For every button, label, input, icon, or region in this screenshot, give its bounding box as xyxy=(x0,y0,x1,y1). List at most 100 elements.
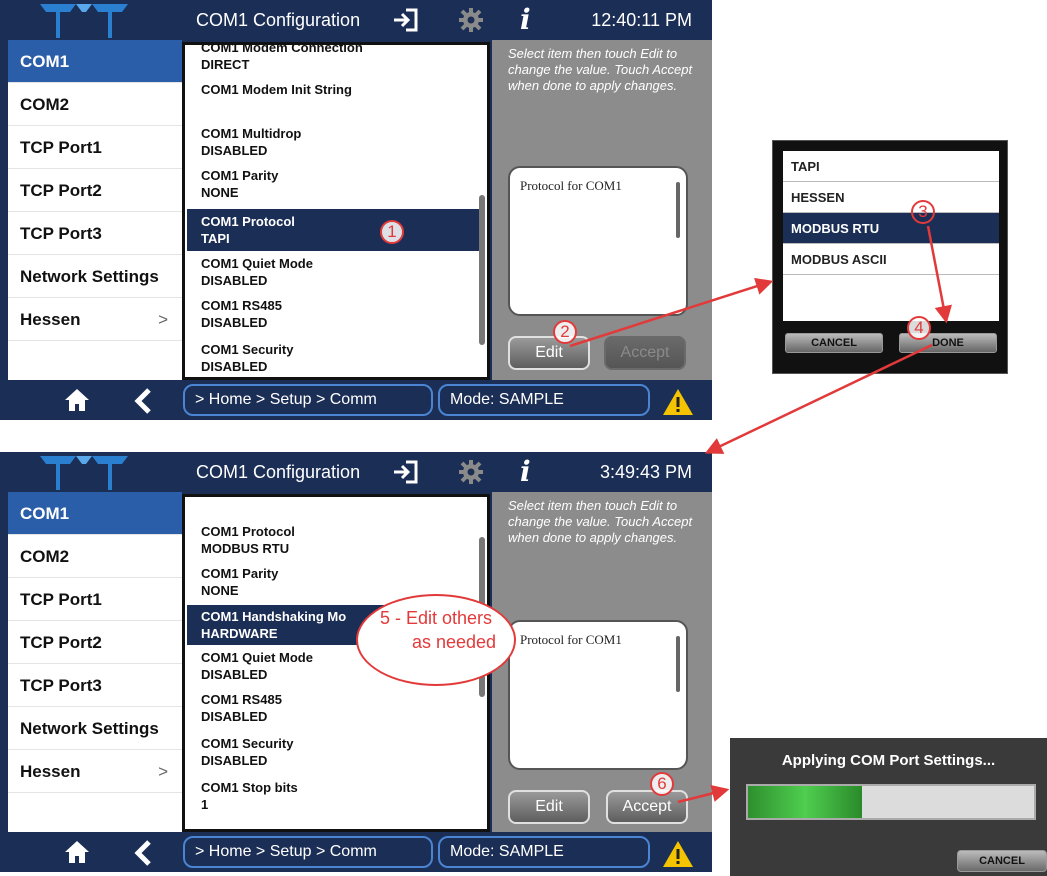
step-6-callout: 6 xyxy=(650,772,674,796)
page-title: COM1 Configuration xyxy=(196,462,361,482)
progress-bar xyxy=(746,784,1036,820)
teledyne-logo-icon xyxy=(40,456,128,490)
sidebar-item-com2[interactable]: COM2 xyxy=(8,535,182,578)
exit-icon[interactable] xyxy=(392,460,418,484)
list-item[interactable]: COM1 Stop bits 1 xyxy=(187,779,479,813)
gear-icon[interactable] xyxy=(458,7,484,33)
sidebar-item-com1[interactable]: COM1 xyxy=(8,40,182,83)
item-value: DISABLED xyxy=(201,315,268,330)
list-item[interactable]: COM1 RS485 DISABLED xyxy=(187,297,479,331)
chevron-right-icon: > xyxy=(158,762,168,781)
list-item[interactable]: COM1 Security DISABLED xyxy=(187,735,479,769)
item-value: MODBUS RTU xyxy=(201,541,290,556)
sidebar-item-com1[interactable]: COM1 xyxy=(8,492,182,535)
list-item[interactable]: COM1 Modem Connection DIRECT xyxy=(187,42,479,73)
sidebar-item-tcp-port1[interactable]: TCP Port1 xyxy=(8,578,182,621)
sidebar-item-tcp-port2[interactable]: TCP Port2 xyxy=(8,169,182,212)
item-name: COM1 Parity xyxy=(201,168,279,183)
top-bar: COM1 Configuration i 3:49:43 PM xyxy=(0,452,712,492)
popup-cancel-button[interactable]: CANCEL xyxy=(785,333,883,353)
description-scrollbar xyxy=(676,182,680,238)
option-hessen[interactable]: HESSEN xyxy=(783,182,999,213)
instruction-text: Select item then touch Edit to change th… xyxy=(508,46,693,93)
item-name: COM1 Modem Connection xyxy=(201,42,363,55)
option-modbus-rtu[interactable]: MODBUS RTU xyxy=(783,213,999,244)
list-scrollbar[interactable] xyxy=(479,195,485,345)
description-box: Protocol for COM1 xyxy=(508,166,688,316)
list-item[interactable]: COM1 Parity NONE xyxy=(187,167,479,201)
sidebar-item-network-settings[interactable]: Network Settings xyxy=(8,255,182,298)
sidebar-item-tcp-port1[interactable]: TCP Port1 xyxy=(8,126,182,169)
list-item-selected[interactable]: COM1 Protocol TAPI xyxy=(187,209,479,251)
item-name: COM1 Modem Init String xyxy=(201,82,352,97)
sidebar: COM1 COM2 TCP Port1 TCP Port2 TCP Port3 … xyxy=(8,40,182,380)
item-value: DISABLED xyxy=(201,753,268,768)
sidebar-item-network-settings[interactable]: Network Settings xyxy=(8,707,182,750)
sidebar: COM1 COM2 TCP Port1 TCP Port2 TCP Port3 … xyxy=(8,492,182,832)
com1-config-screen-after: COM1 Configuration i 3:49:43 PM COM1 COM… xyxy=(0,452,712,872)
item-name: COM1 Multidrop xyxy=(201,126,302,141)
warning-icon[interactable] xyxy=(662,388,694,416)
item-name: COM1 RS485 xyxy=(201,692,282,707)
dialog-cancel-button[interactable]: CANCEL xyxy=(957,850,1047,872)
sidebar-item-label: Hessen xyxy=(20,310,81,329)
accept-button[interactable]: Accept xyxy=(604,336,686,370)
list-item[interactable]: COM1 Multidrop DISABLED xyxy=(187,125,479,159)
protocol-options-list: TAPI HESSEN MODBUS RTU MODBUS ASCII xyxy=(783,151,999,321)
list-item[interactable]: COM1 Quiet Mode DISABLED xyxy=(187,255,479,289)
com1-config-screen-before: COM1 Configuration i 12:40:11 PM COM1 CO… xyxy=(0,0,712,420)
item-name: COM1 RS485 xyxy=(201,298,282,313)
list-item[interactable]: COM1 RS485 DISABLED xyxy=(187,691,479,725)
sidebar-item-tcp-port3[interactable]: TCP Port3 xyxy=(8,664,182,707)
bottom-bar: > Home > Setup > Comm Mode: SAMPLE xyxy=(0,380,712,420)
item-name: COM1 Security xyxy=(201,342,294,357)
instruction-text: Select item then touch Edit to change th… xyxy=(508,498,693,545)
top-bar: COM1 Configuration i 12:40:11 PM xyxy=(0,0,712,40)
option-modbus-ascii[interactable]: MODBUS ASCII xyxy=(783,244,999,275)
back-icon[interactable] xyxy=(134,388,152,414)
accept-button[interactable]: Accept xyxy=(606,790,688,824)
back-icon[interactable] xyxy=(134,840,152,866)
note-line-1: 5 - Edit others xyxy=(379,608,493,628)
description-scrollbar xyxy=(676,636,680,692)
warning-icon[interactable] xyxy=(662,840,694,868)
item-value: 1 xyxy=(201,797,209,812)
list-item[interactable]: COM1 Protocol MODBUS RTU xyxy=(187,523,479,557)
sidebar-item-com2[interactable]: COM2 xyxy=(8,83,182,126)
breadcrumb: > Home > Setup > Comm xyxy=(183,384,433,416)
item-value: DIRECT xyxy=(201,57,250,72)
item-value: DISABLED xyxy=(201,273,268,288)
home-icon[interactable] xyxy=(64,840,90,864)
right-panel: Select item then touch Edit to change th… xyxy=(492,492,712,832)
dialog-title: Applying COM Port Settings... xyxy=(781,752,996,769)
item-value: DISABLED xyxy=(201,143,268,158)
sidebar-item-hessen[interactable]: Hessen > xyxy=(8,298,182,341)
edit-button[interactable]: Edit xyxy=(508,790,590,824)
list-item[interactable]: COM1 Security DISABLED xyxy=(187,341,479,375)
item-name: COM1 Protocol xyxy=(201,524,295,539)
sidebar-item-hessen[interactable]: Hessen > xyxy=(8,750,182,793)
item-value: DISABLED xyxy=(201,359,268,374)
item-value: NONE xyxy=(201,185,239,200)
teledyne-logo-icon xyxy=(40,4,128,38)
gear-icon[interactable] xyxy=(458,459,484,485)
info-icon[interactable]: i xyxy=(520,455,531,488)
applying-settings-dialog: Applying COM Port Settings... CANCEL xyxy=(730,738,1047,876)
edit-button[interactable]: Edit xyxy=(508,336,590,370)
item-name: COM1 Stop bits xyxy=(201,780,298,795)
info-icon[interactable]: i xyxy=(520,3,531,36)
bottom-bar: > Home > Setup > Comm Mode: SAMPLE xyxy=(0,832,712,872)
item-name: COM1 Quiet Mode xyxy=(201,256,313,271)
list-item[interactable]: COM1 Modem Init String xyxy=(187,81,479,98)
exit-icon[interactable] xyxy=(392,8,418,32)
right-panel: Select item then touch Edit to change th… xyxy=(492,40,712,380)
description-text: Protocol for COM1 xyxy=(520,178,622,193)
sidebar-item-tcp-port3[interactable]: TCP Port3 xyxy=(8,212,182,255)
mode-status: Mode: SAMPLE xyxy=(438,384,650,416)
settings-list: COM1 Modem Connection DIRECT COM1 Modem … xyxy=(182,42,490,380)
item-value: TAPI xyxy=(201,231,230,246)
option-tapi[interactable]: TAPI xyxy=(783,151,999,182)
home-icon[interactable] xyxy=(64,388,90,412)
step-3-callout: 3 xyxy=(911,200,935,224)
sidebar-item-tcp-port2[interactable]: TCP Port2 xyxy=(8,621,182,664)
